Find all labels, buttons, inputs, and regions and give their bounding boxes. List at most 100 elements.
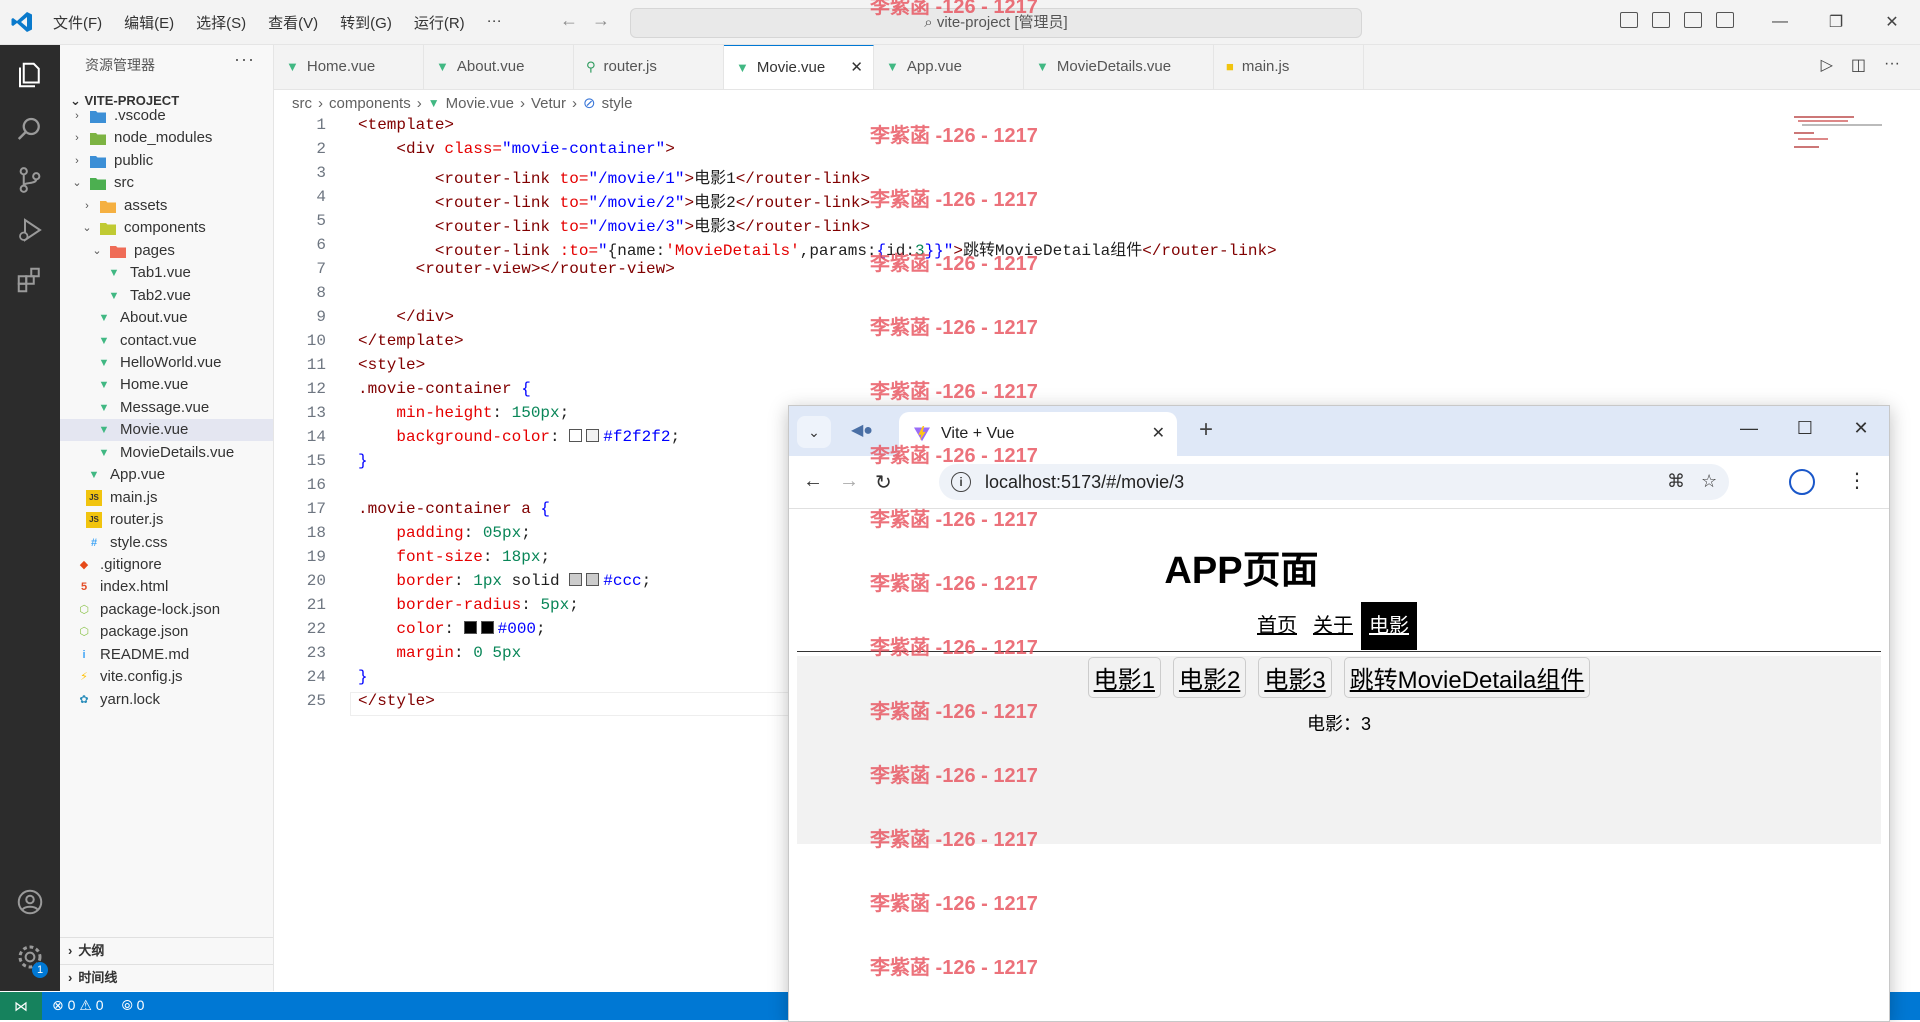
timeline-section[interactable]: › 时间线	[60, 964, 273, 991]
reload-icon[interactable]: ↻	[875, 470, 892, 495]
maximize-icon[interactable]: ☐	[1777, 406, 1833, 450]
tree-item[interactable]: ▼ MovieDetails.vue	[60, 442, 273, 464]
tree-item[interactable]: ⌄ src	[60, 172, 273, 194]
color-swatch[interactable]	[480, 621, 494, 634]
movie-link-3[interactable]: 电影3	[1258, 657, 1332, 698]
movie-details-link[interactable]: 跳转MovieDetaila组件	[1343, 657, 1591, 698]
movie-link-1[interactable]: 电影1	[1087, 657, 1161, 698]
translate-icon[interactable]: ⌘	[1667, 471, 1685, 492]
customize-layout-icon[interactable]	[1716, 12, 1734, 28]
extensions-icon[interactable]	[10, 260, 50, 300]
back-icon[interactable]: ←	[803, 470, 823, 493]
outline-section[interactable]: › 大纲	[60, 937, 273, 964]
menu-run[interactable]: 运行(R)	[414, 12, 465, 33]
tree-item[interactable]: i README.md	[60, 644, 273, 666]
tree-item[interactable]: ▼ Tab2.vue	[60, 285, 273, 307]
minimize-icon[interactable]: —	[1752, 0, 1808, 44]
color-swatch[interactable]	[586, 573, 600, 586]
close-tab-icon[interactable]: ✕	[850, 46, 863, 90]
tree-item[interactable]: › public	[60, 150, 273, 172]
tree-item[interactable]: ▼ App.vue	[60, 464, 273, 486]
tree-item[interactable]: ▼ Movie.vue	[60, 419, 273, 442]
tree-item[interactable]: ⚡ vite.config.js	[60, 666, 273, 688]
movie-link-2[interactable]: 电影2	[1172, 657, 1247, 698]
tab-moviedetails-vue[interactable]: ▼ MovieDetails.vue	[1024, 45, 1214, 89]
tree-item[interactable]: ▼ HelloWorld.vue	[60, 352, 273, 374]
forward-arrow-icon[interactable]: →	[592, 10, 624, 30]
accounts-icon[interactable]	[10, 882, 50, 922]
ports-indicator[interactable]: ⦾ 0	[122, 997, 145, 1014]
breadcrumb-item[interactable]: style	[602, 95, 633, 112]
tree-item[interactable]: JS main.js	[60, 487, 273, 509]
toggle-secondary-sidebar-icon[interactable]	[1684, 12, 1702, 28]
toggle-primary-sidebar-icon[interactable]	[1620, 12, 1638, 28]
tab-app-vue[interactable]: ▼ App.vue	[874, 45, 1024, 89]
pinned-tab-icon[interactable]: ◀●	[851, 420, 873, 440]
close-icon[interactable]: ✕	[1864, 0, 1920, 44]
tree-item[interactable]: ▼ contact.vue	[60, 330, 273, 352]
color-swatch[interactable]	[569, 573, 583, 586]
tree-item[interactable]: ✿ yarn.lock	[60, 689, 273, 711]
explorer-icon[interactable]	[10, 55, 50, 95]
address-bar[interactable]: i localhost:5173/#/movie/3 ⌘ ☆	[939, 464, 1729, 500]
tree-item[interactable]: › .vscode	[60, 105, 273, 127]
menu-file[interactable]: 文件(F)	[53, 12, 102, 33]
menu-go[interactable]: 转到(G)	[340, 12, 392, 33]
nav-link-movie[interactable]: 电影	[1361, 602, 1417, 650]
nav-link-about[interactable]: 关于	[1305, 602, 1361, 650]
tree-item[interactable]: ⬡ package.json	[60, 621, 273, 643]
menu-view[interactable]: 查看(V)	[268, 12, 318, 33]
tab-movie-vue[interactable]: ▼ Movie.vue ✕	[724, 45, 874, 89]
tree-item[interactable]: ▼ Home.vue	[60, 374, 273, 396]
restore-icon[interactable]: ❐	[1808, 0, 1864, 44]
minimize-icon[interactable]: —	[1721, 406, 1777, 450]
tree-item[interactable]: ⌄ pages	[60, 240, 273, 262]
tab-router-js[interactable]: ⚲ router.js	[574, 45, 724, 89]
tree-item[interactable]: JS router.js	[60, 509, 273, 531]
remote-indicator-icon[interactable]: ⋈	[0, 992, 42, 1020]
tree-item[interactable]: ▼ About.vue	[60, 307, 273, 329]
back-arrow-icon[interactable]: ←	[560, 10, 592, 30]
tree-item[interactable]: › assets	[60, 195, 273, 217]
source-control-icon[interactable]	[10, 160, 50, 200]
color-swatch[interactable]	[586, 429, 600, 442]
split-editor-icon[interactable]: ◫	[1851, 55, 1866, 75]
breadcrumb-item[interactable]: src	[292, 95, 312, 112]
tree-item[interactable]: ⌄ components	[60, 217, 273, 239]
run-debug-icon[interactable]	[10, 210, 50, 250]
run-icon[interactable]: ▷	[1821, 55, 1833, 75]
tree-item[interactable]: ▼ Tab1.vue	[60, 262, 273, 284]
tab-about-vue[interactable]: ▼ About.vue	[424, 45, 574, 89]
tab-home-vue[interactable]: ▼ Home.vue	[274, 45, 424, 89]
more-actions-icon[interactable]: ···	[1884, 55, 1900, 75]
new-tab-icon[interactable]: +	[1199, 416, 1213, 444]
url-text[interactable]: localhost:5173/#/movie/3	[985, 472, 1184, 493]
close-icon[interactable]: ✕	[1833, 406, 1889, 450]
browser-menu-icon[interactable]: ⋮	[1847, 468, 1867, 493]
bookmark-star-icon[interactable]: ☆	[1701, 471, 1717, 492]
site-info-icon[interactable]: i	[951, 472, 971, 492]
forward-icon[interactable]: →	[839, 470, 859, 493]
search-view-icon[interactable]	[10, 109, 50, 149]
menu-more[interactable]: ···	[487, 12, 502, 33]
menu-selection[interactable]: 选择(S)	[196, 12, 246, 33]
tab-search-dropdown-icon[interactable]: ⌄	[797, 416, 831, 448]
minimap[interactable]	[1790, 114, 1890, 174]
tree-item[interactable]: # style.css	[60, 532, 273, 554]
explorer-more-actions[interactable]: ···	[234, 49, 255, 70]
nav-link-home[interactable]: 首页	[1249, 602, 1305, 650]
tree-item[interactable]: ◆ .gitignore	[60, 554, 273, 576]
problems-indicator[interactable]: ⊗ 0 ⚠ 0	[52, 997, 104, 1014]
tree-item[interactable]: ⬡ package-lock.json	[60, 599, 273, 621]
breadcrumb-item[interactable]: Vetur	[531, 95, 566, 112]
tree-item[interactable]: ▼ Message.vue	[60, 397, 273, 419]
menu-edit[interactable]: 编辑(E)	[124, 12, 174, 33]
close-tab-icon[interactable]: ✕	[1152, 423, 1165, 443]
color-swatch[interactable]	[569, 429, 583, 442]
tree-item[interactable]: › node_modules	[60, 127, 273, 149]
breadcrumb-item[interactable]: components	[329, 95, 411, 112]
color-swatch[interactable]	[463, 621, 477, 634]
profile-icon[interactable]	[1789, 469, 1815, 495]
toggle-panel-icon[interactable]	[1652, 12, 1670, 28]
tab-main-js[interactable]: ■ main.js	[1214, 45, 1364, 89]
